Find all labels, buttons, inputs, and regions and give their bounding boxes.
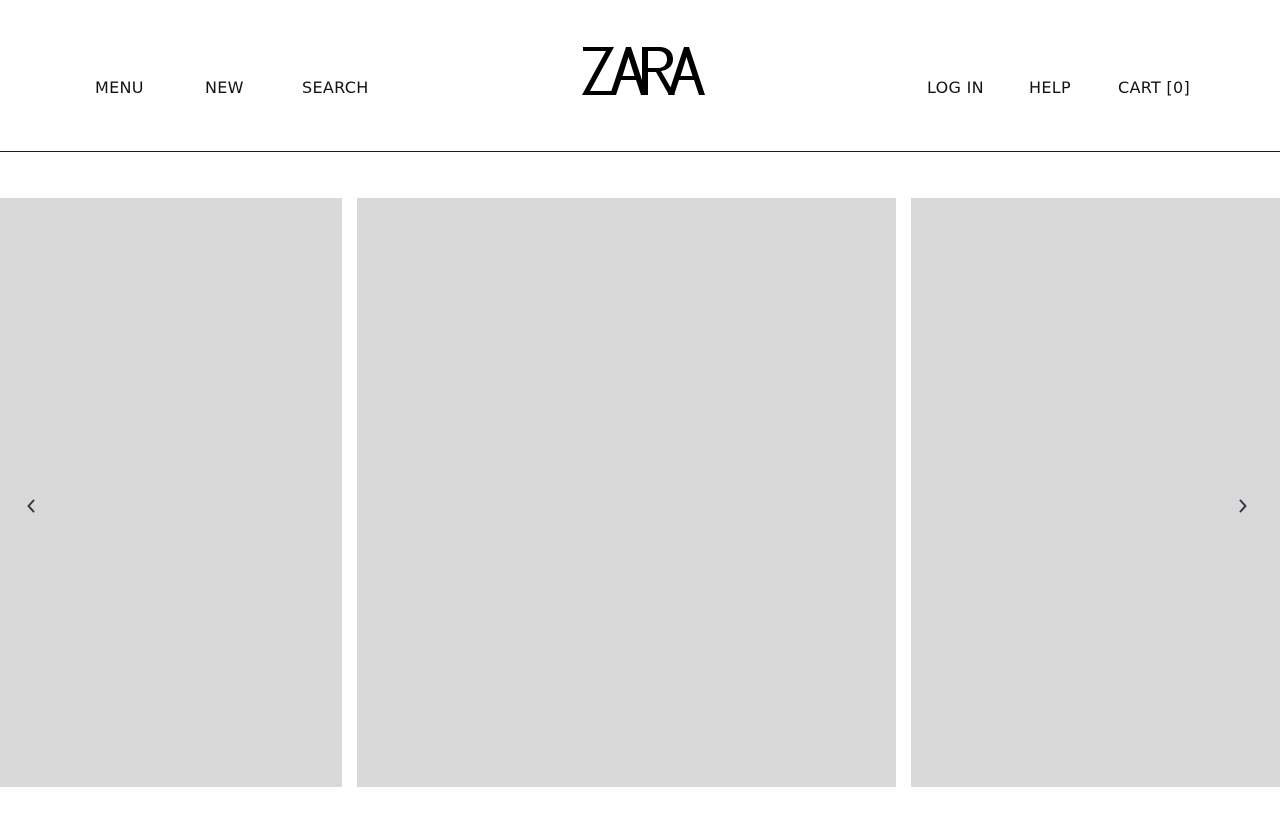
menu-link[interactable]: MENU — [95, 78, 144, 98]
new-link[interactable]: NEW — [205, 78, 244, 98]
carousel-next-button[interactable] — [1231, 494, 1255, 518]
site-header: MENU NEW SEARCH LOG IN HELP CART [0] — [0, 0, 1280, 152]
chevron-left-icon — [27, 499, 35, 513]
carousel-slide[interactable] — [911, 198, 1280, 787]
carousel-prev-button[interactable] — [19, 494, 43, 518]
chevron-right-icon — [1239, 499, 1247, 513]
carousel-slide[interactable] — [0, 198, 342, 787]
zara-logo[interactable] — [580, 44, 706, 98]
zara-logo-image — [582, 47, 705, 95]
search-link[interactable]: SEARCH — [302, 78, 369, 98]
carousel-slide[interactable] — [357, 198, 896, 787]
help-link[interactable]: HELP — [1029, 78, 1071, 98]
login-link[interactable]: LOG IN — [927, 78, 984, 98]
cart-link[interactable]: CART [0] — [1118, 78, 1190, 98]
image-carousel — [0, 198, 1280, 787]
